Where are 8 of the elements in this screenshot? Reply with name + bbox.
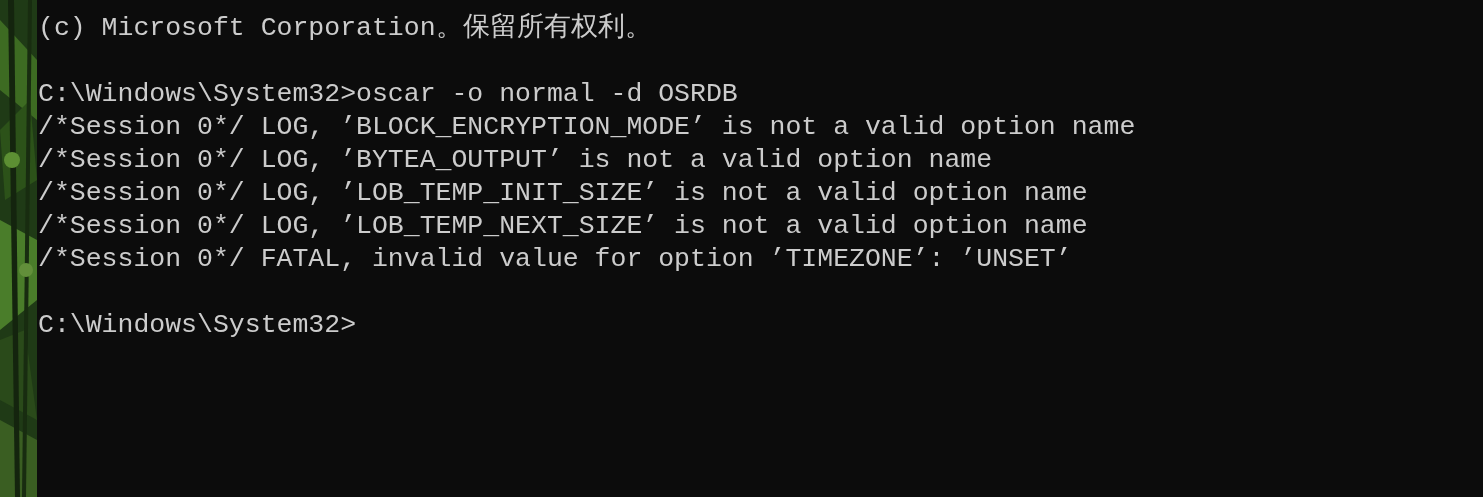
- console-line: /*Session 0*/ LOG, ’BYTEA_OUTPUT’ is not a valid option name: [38, 144, 993, 177]
- console-line: (c) Microsoft Corporation。保留所有权利。: [38, 12, 652, 45]
- console-line: /*Session 0*/ LOG, ’LOB_TEMP_INIT_SIZE’ is not a valid option name: [38, 177, 1088, 210]
- console-line: /*Session 0*/ FATAL, invalid value for option ’TIMEZONE’: ’UNSET’: [38, 243, 1072, 276]
- console-line: C:\Windows\System32>: [38, 309, 357, 342]
- console-line: /*Session 0*/ LOG, ’BLOCK_ENCRYPTION_MODE’ is not a valid option name: [38, 111, 1136, 144]
- console-line: C:\Windows\System32>oscar -o normal -d OSRDB: [38, 78, 738, 111]
- console-line: /*Session 0*/ LOG, ’LOB_TEMP_NEXT_SIZE’ is not a valid option name: [38, 210, 1088, 243]
